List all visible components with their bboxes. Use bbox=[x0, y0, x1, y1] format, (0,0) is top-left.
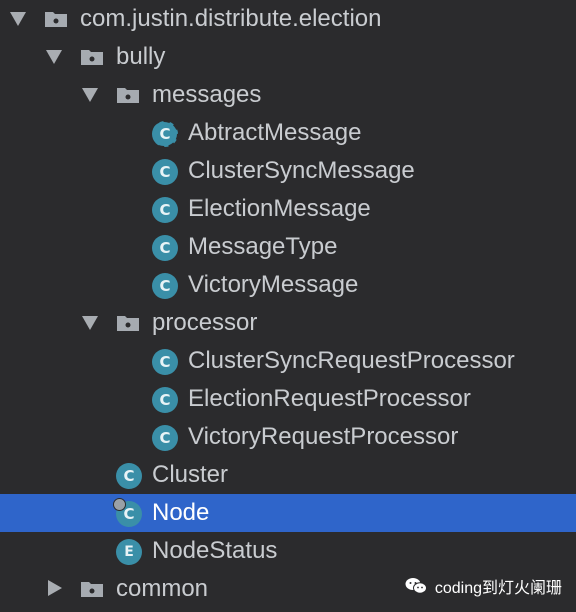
abstract-class-icon: C bbox=[149, 120, 179, 148]
watermark-text: coding到灯火阑珊 bbox=[434, 580, 562, 597]
class-icon: C bbox=[152, 159, 178, 185]
class-icon: C bbox=[113, 498, 142, 527]
expand-arrow-icon[interactable] bbox=[10, 12, 26, 26]
tree-item-processor[interactable]: processor bbox=[0, 304, 576, 342]
tree-item-class[interactable]: C VictoryMessage bbox=[0, 266, 576, 304]
class-icon: C bbox=[152, 273, 178, 299]
class-icon: C bbox=[152, 425, 178, 451]
tree-item-node-selected[interactable]: C Node bbox=[0, 494, 576, 532]
tree-item-label: messages bbox=[152, 81, 262, 108]
tree-item-class[interactable]: C ClusterSyncMessage bbox=[0, 152, 576, 190]
tree-item-label: MessageType bbox=[188, 233, 338, 260]
class-icon: C bbox=[116, 463, 142, 489]
tree-item-label: Cluster bbox=[152, 461, 229, 488]
package-folder-icon bbox=[45, 12, 67, 27]
enum-icon: E bbox=[116, 539, 142, 565]
tree-item-label: common bbox=[116, 575, 209, 602]
tree-item-label: VictoryRequestProcessor bbox=[188, 423, 459, 450]
package-folder-icon bbox=[81, 50, 103, 65]
wechat-icon bbox=[405, 578, 427, 594]
tree-item-label: bully bbox=[116, 43, 166, 70]
collapse-arrow-icon[interactable] bbox=[48, 580, 62, 596]
expand-arrow-icon[interactable] bbox=[82, 316, 98, 330]
tree-item-class[interactable]: C ElectionRequestProcessor bbox=[0, 380, 576, 418]
tree-item-label: NodeStatus bbox=[152, 537, 278, 564]
tree-item-label: processor bbox=[152, 309, 258, 336]
tree-item-label: Node bbox=[152, 499, 210, 526]
expand-arrow-icon[interactable] bbox=[82, 88, 98, 102]
tree-item-messages[interactable]: messages bbox=[0, 76, 576, 114]
tree-item-class[interactable]: C AbtractMessage bbox=[0, 114, 576, 152]
class-icon: C bbox=[152, 349, 178, 375]
tree-item-label: AbtractMessage bbox=[188, 119, 362, 146]
class-icon: C bbox=[152, 387, 178, 413]
tree-item-label: ElectionRequestProcessor bbox=[188, 385, 471, 412]
tree-item-label: VictoryMessage bbox=[188, 271, 359, 298]
package-folder-icon bbox=[81, 582, 103, 597]
package-folder-icon bbox=[117, 316, 139, 331]
tree-item-class[interactable]: C MessageType bbox=[0, 228, 576, 266]
tree-item-class[interactable]: C ClusterSyncRequestProcessor bbox=[0, 342, 576, 380]
tree-item-class[interactable]: C VictoryRequestProcessor bbox=[0, 418, 576, 456]
tree-item-root-package[interactable]: com.justin.distribute.election bbox=[0, 0, 576, 38]
tree-item-bully[interactable]: bully bbox=[0, 38, 576, 76]
class-icon: C bbox=[152, 235, 178, 261]
tree-item-label: ClusterSyncRequestProcessor bbox=[188, 347, 515, 374]
modified-badge-icon bbox=[113, 498, 126, 511]
class-icon: C bbox=[152, 197, 178, 223]
tree-item-nodestatus[interactable]: E NodeStatus bbox=[0, 532, 576, 570]
watermark: coding到灯火阑珊 bbox=[405, 574, 562, 598]
tree-item-label: com.justin.distribute.election bbox=[80, 5, 382, 32]
expand-arrow-icon[interactable] bbox=[46, 50, 62, 64]
tree-item-class[interactable]: C ElectionMessage bbox=[0, 190, 576, 228]
tree-item-cluster[interactable]: C Cluster bbox=[0, 456, 576, 494]
tree-item-label: ClusterSyncMessage bbox=[188, 157, 415, 184]
package-folder-icon bbox=[117, 88, 139, 103]
tree-item-label: ElectionMessage bbox=[188, 195, 371, 222]
